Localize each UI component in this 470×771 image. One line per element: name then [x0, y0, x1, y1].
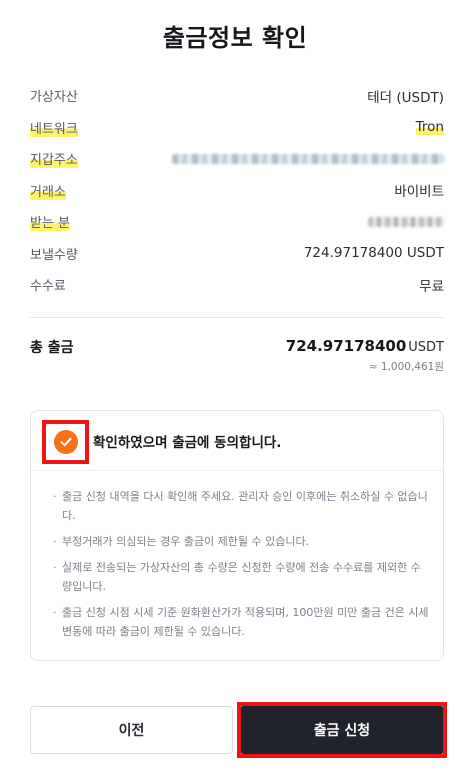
detail-row-fee: 수수료 무료: [30, 269, 444, 301]
notice-list: 출금 신청 내역을 다시 확인해 주세요. 관리자 승인 이후에는 취소하실 수…: [53, 487, 429, 648]
detail-row-send-amount: 보낼수량 724.97178400 USDT: [30, 238, 444, 270]
detail-row-wallet-address: 지갑주소: [30, 143, 444, 175]
page-title: 출금정보 확인: [162, 24, 308, 52]
detail-label-wallet-address: 지갑주소: [30, 149, 78, 169]
total-amount-block: 724.97178400 USDT: [286, 336, 444, 355]
detail-value-send-amount: 724.97178400 USDT: [303, 245, 444, 262]
withdrawal-details: 가상자산 테더 (USDT) 네트워크 Tron 지갑주소 거래소 바이비트 받…: [30, 80, 444, 301]
section-divider: [30, 317, 444, 318]
agreement-checkbox[interactable]: [42, 420, 89, 464]
total-amount: 724.97178400: [285, 337, 407, 355]
notice-item: 부정거래가 의심되는 경우 출금이 제한될 수 있습니다.: [53, 532, 429, 551]
detail-row-exchange: 거래소 바이비트: [30, 175, 444, 207]
notice-item: 실제로 전송되는 가상자산의 총 수량은 신청한 수량에 전송 수수료를 제외한…: [53, 558, 429, 596]
prev-button[interactable]: 이전: [30, 706, 233, 754]
detail-label-asset: 가상자산: [30, 90, 78, 106]
check-icon: [60, 437, 71, 447]
detail-row-asset: 가상자산 테더 (USDT): [30, 80, 444, 112]
notice-item: 출금 신청 내역을 다시 확인해 주세요. 관리자 승인 이후에는 취소하실 수…: [53, 487, 429, 525]
total-krw-estimate: ≈ 1,000,461원: [368, 361, 444, 373]
check-circle: [53, 430, 78, 454]
wallet-address-redacted: [172, 153, 444, 164]
detail-label-exchange: 거래소: [30, 180, 66, 200]
notice-item: 출금 신청 시점 시세 기준 원화환산가가 적용되며, 100만원 미만 출금 …: [53, 603, 429, 641]
detail-value-fee: 무료: [419, 278, 444, 295]
detail-row-recipient: 받는 분: [30, 206, 444, 238]
confirm-agreement-box: 확인하였으며 출금에 동의합니다. 출금 신청 내역을 다시 확인해 주세요. …: [30, 410, 444, 661]
detail-label-recipient: 받는 분: [30, 212, 71, 232]
withdraw-submit-button[interactable]: 출금 신청: [241, 706, 443, 754]
detail-value-asset: 테더 (USDT): [367, 89, 444, 106]
total-unit: USDT: [408, 340, 444, 355]
detail-value-network: Tron: [415, 119, 444, 136]
detail-label-fee: 수수료: [30, 279, 66, 295]
agreement-header: 확인하였으며 출금에 동의합니다.: [31, 411, 443, 471]
total-label: 총 출금: [30, 340, 74, 356]
detail-label-send-amount: 보낼수량: [30, 247, 78, 263]
detail-row-network: 네트워크 Tron: [30, 112, 444, 144]
detail-label-network: 네트워크: [30, 117, 78, 137]
recipient-name-redacted: [368, 216, 444, 227]
detail-value-exchange: 바이비트: [394, 184, 444, 201]
agreement-text[interactable]: 확인하였으며 출금에 동의합니다.: [93, 431, 281, 451]
